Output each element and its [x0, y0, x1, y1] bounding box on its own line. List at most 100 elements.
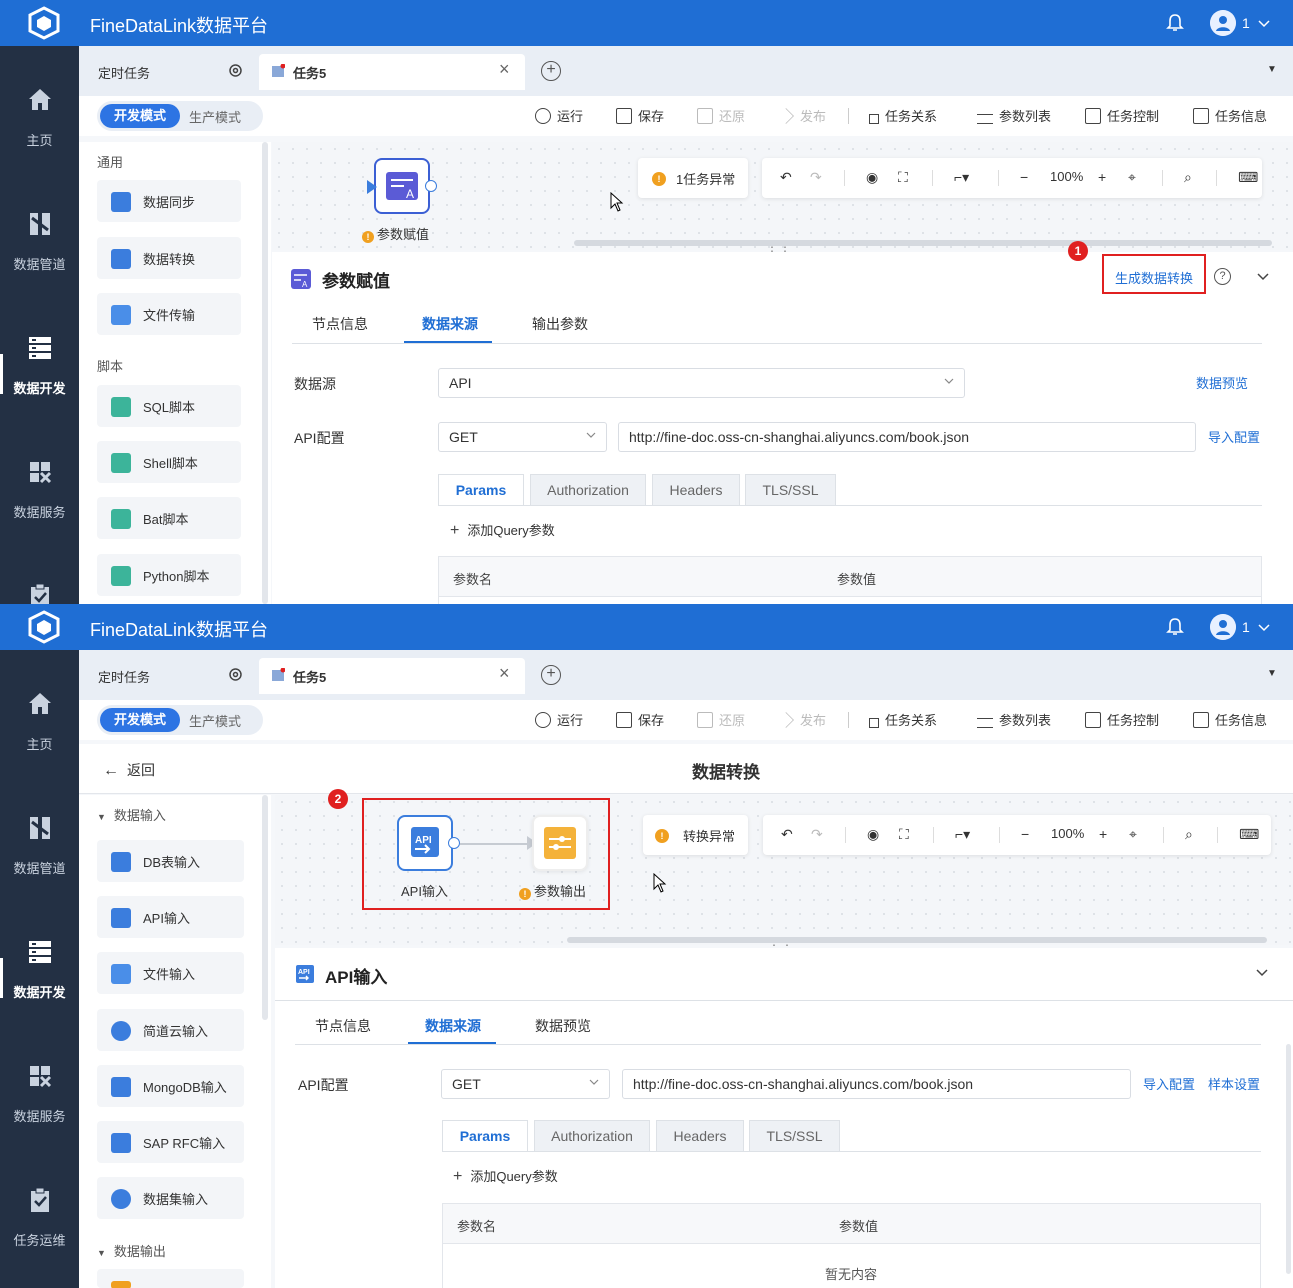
- nav-home[interactable]: 主页: [0, 46, 79, 156]
- tab-dropdown-icon[interactable]: ▼: [1267, 668, 1277, 679]
- node-param-output[interactable]: [532, 815, 588, 871]
- save-button[interactable]: 保存: [616, 106, 664, 125]
- palette-item-sql[interactable]: SQL脚本: [97, 385, 241, 427]
- locate-icon[interactable]: ⌖: [1128, 169, 1136, 186]
- palette-item-sap-input[interactable]: SAP RFC输入: [97, 1121, 244, 1163]
- palette-item-output[interactable]: [97, 1269, 244, 1288]
- url-input[interactable]: http://fine-doc.oss-cn-shanghai.aliyuncs…: [618, 422, 1196, 452]
- subtab-params[interactable]: Params: [438, 474, 524, 506]
- palette-section-output[interactable]: ▼ 数据输出: [97, 1241, 166, 1260]
- tab-data-source[interactable]: 数据来源: [422, 314, 478, 334]
- save-button[interactable]: 保存: [616, 710, 664, 729]
- subtab-authorization[interactable]: Authorization: [530, 474, 646, 506]
- task-control-button[interactable]: 任务控制: [1085, 710, 1159, 729]
- flow-canvas[interactable]: A ! 参数赋值 ! 1任务异常 ↶ ↷ ◉ ⛶ ⌐▾ − 100% + ⌖ ⌕ …: [272, 142, 1293, 250]
- canvas-hscrollbar[interactable]: [567, 937, 1267, 943]
- subtab-headers[interactable]: Headers: [652, 474, 740, 506]
- eye-icon[interactable]: ◉: [866, 169, 878, 186]
- node-output-port[interactable]: [425, 180, 437, 192]
- run-button[interactable]: 运行: [535, 710, 583, 729]
- search-icon[interactable]: ⌕: [1185, 826, 1193, 843]
- tab-dropdown-icon[interactable]: ▼: [1267, 64, 1277, 75]
- nav-service[interactable]: 数据服务: [0, 1022, 79, 1132]
- bell-icon[interactable]: [1164, 616, 1186, 638]
- param-list-button[interactable]: 参数列表: [977, 106, 1051, 125]
- bell-icon[interactable]: [1164, 12, 1186, 34]
- flow-canvas[interactable]: 2 API API输入 ! 参数输出 ! 转换异常 ↶ ↷ ◉ ⛶ ⌐▾ − 10…: [275, 789, 1293, 945]
- tab-node-info[interactable]: 节点信息: [315, 1016, 371, 1036]
- nav-service[interactable]: 数据服务: [0, 418, 79, 528]
- tab-data-source[interactable]: 数据来源: [425, 1016, 481, 1036]
- help-icon[interactable]: ?: [1214, 268, 1231, 285]
- subtab-tls[interactable]: TLS/SSL: [749, 1120, 840, 1152]
- palette-item-data-sync[interactable]: 数据同步: [97, 180, 241, 222]
- subtab-headers[interactable]: Headers: [656, 1120, 744, 1152]
- add-tab-icon[interactable]: +: [541, 665, 561, 685]
- palette-scrollbar[interactable]: [262, 795, 268, 1020]
- nav-pipeline[interactable]: 数据管道: [0, 170, 79, 280]
- param-list-button[interactable]: 参数列表: [977, 710, 1051, 729]
- publish-button[interactable]: 发布: [778, 710, 826, 729]
- nav-ops[interactable]: 任务运维: [0, 1146, 79, 1256]
- error-indicator[interactable]: ! 转换异常: [643, 815, 748, 855]
- chevron-down-icon[interactable]: [1256, 270, 1270, 284]
- tab-scheduled[interactable]: 定时任务: [79, 54, 257, 88]
- http-method-select[interactable]: GET: [441, 1069, 610, 1099]
- add-query-button[interactable]: + 添加Query参数: [453, 1166, 558, 1186]
- back-button[interactable]: ← 返回: [103, 760, 155, 780]
- tab-task[interactable]: 任务5 ×: [259, 54, 525, 90]
- import-config-link[interactable]: 导入配置: [1208, 427, 1260, 446]
- prod-mode-button[interactable]: 生产模式: [189, 711, 241, 730]
- palette-item-file-transfer[interactable]: 文件传输: [97, 293, 241, 335]
- undo-icon[interactable]: ↶: [781, 826, 793, 843]
- node-api-input[interactable]: API: [397, 815, 453, 871]
- node-param-assign[interactable]: A: [374, 158, 430, 214]
- generate-transform-link[interactable]: 生成数据转换: [1115, 268, 1193, 287]
- nav-home[interactable]: 主页: [0, 650, 79, 760]
- palette-item-mongodb-input[interactable]: MongoDB输入: [97, 1065, 244, 1107]
- palette-item-api-input[interactable]: API输入: [97, 896, 244, 938]
- zoom-out-icon[interactable]: −: [1021, 826, 1029, 842]
- subtab-tls[interactable]: TLS/SSL: [745, 474, 836, 506]
- error-indicator[interactable]: ! 1任务异常: [638, 158, 748, 198]
- search-icon[interactable]: ⌕: [1184, 169, 1192, 186]
- gear-icon[interactable]: [227, 666, 244, 683]
- palette-item-data-transform[interactable]: 数据转换: [97, 237, 241, 279]
- sample-settings-link[interactable]: 样本设置: [1208, 1074, 1260, 1093]
- subtab-authorization[interactable]: Authorization: [534, 1120, 650, 1152]
- task-relations-button[interactable]: 任务关系: [869, 106, 937, 125]
- user-menu[interactable]: 1: [1210, 614, 1280, 640]
- task-relations-button[interactable]: 任务关系: [869, 710, 937, 729]
- canvas-hscrollbar[interactable]: [574, 240, 1272, 246]
- tab-task[interactable]: 任务5 ×: [259, 658, 525, 694]
- zoom-out-icon[interactable]: −: [1020, 169, 1028, 185]
- nav-pipeline[interactable]: 数据管道: [0, 774, 79, 884]
- close-icon[interactable]: ×: [499, 663, 510, 684]
- add-tab-icon[interactable]: +: [541, 61, 561, 81]
- fit-view-icon[interactable]: ⛶: [899, 826, 909, 843]
- zoom-in-icon[interactable]: +: [1098, 169, 1106, 185]
- datasource-select[interactable]: API: [438, 368, 965, 398]
- palette-item-dataset-input[interactable]: 数据集输入: [97, 1177, 244, 1219]
- keyboard-icon[interactable]: ⌨: [1239, 826, 1259, 843]
- task-info-button[interactable]: 任务信息: [1193, 106, 1267, 125]
- tab-scheduled[interactable]: 定时任务: [79, 658, 257, 692]
- palette-item-bat[interactable]: Bat脚本: [97, 497, 241, 539]
- palette-item-db-input[interactable]: DB表输入: [97, 840, 244, 882]
- fit-view-icon[interactable]: ⛶: [898, 169, 908, 186]
- task-control-button[interactable]: 任务控制: [1085, 106, 1159, 125]
- locate-icon[interactable]: ⌖: [1129, 826, 1137, 843]
- nav-dev[interactable]: 数据开发: [0, 294, 79, 404]
- nav-dev[interactable]: 数据开发: [0, 898, 79, 1008]
- palette-scrollbar[interactable]: [262, 142, 268, 604]
- data-preview-link[interactable]: 数据预览: [1196, 373, 1248, 392]
- prod-mode-button[interactable]: 生产模式: [189, 107, 241, 126]
- restore-button[interactable]: 还原: [697, 710, 745, 729]
- keyboard-icon[interactable]: ⌨: [1238, 169, 1258, 186]
- publish-button[interactable]: 发布: [778, 106, 826, 125]
- palette-item-file-input[interactable]: 文件输入: [97, 952, 244, 994]
- task-info-button[interactable]: 任务信息: [1193, 710, 1267, 729]
- tab-output-params[interactable]: 输出参数: [532, 314, 588, 334]
- eye-icon[interactable]: ◉: [867, 826, 879, 843]
- close-icon[interactable]: ×: [499, 59, 510, 80]
